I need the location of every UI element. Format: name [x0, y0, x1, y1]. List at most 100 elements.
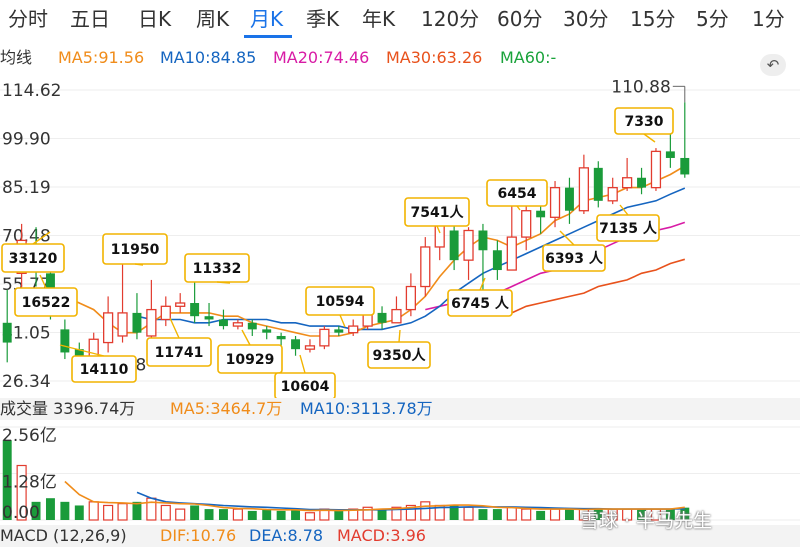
annotation-text: 6454: [498, 186, 537, 202]
candle: [319, 326, 330, 350]
annotation-text: 9350人: [373, 347, 427, 364]
candle-body: [521, 210, 532, 238]
volume-bar: [232, 508, 243, 521]
candle: [564, 177, 574, 224]
candle: [506, 204, 517, 271]
candle-body: [262, 329, 272, 333]
candle: [650, 148, 662, 191]
volume-bar: [564, 509, 574, 520]
candle: [492, 240, 502, 280]
shareholder-annotation: 11950: [102, 233, 168, 266]
candle: [391, 296, 402, 324]
candle-body: [564, 187, 574, 211]
shareholder-annotation: 11332: [184, 253, 250, 284]
annotation-leader: [216, 281, 231, 284]
candle-body: [463, 229, 474, 261]
candle: [262, 326, 272, 340]
candle: [232, 319, 243, 330]
volume-bar: [334, 510, 344, 520]
volume-ma5: MA5:3464.7万: [170, 399, 283, 418]
shareholder-annotation: 10604: [274, 354, 336, 400]
price-tick-label: 26.34: [2, 372, 51, 392]
volume-bar: [60, 501, 70, 520]
candle-body: [593, 167, 603, 201]
volume-bar: [506, 506, 517, 521]
candle: [291, 335, 301, 356]
volume-tick-label: 2.56亿: [2, 426, 57, 446]
price-tick-label: 99.90: [2, 130, 51, 150]
annotation-text: 14110: [80, 362, 129, 378]
annotation-text: 11741: [155, 345, 204, 361]
candle-body: [117, 312, 128, 337]
candle: [578, 154, 589, 215]
shareholder-annotation: 11741: [146, 317, 212, 367]
volume-bar: [377, 509, 387, 520]
volume-bar: [536, 510, 546, 520]
candle-body: [607, 186, 618, 202]
volume-tick-label: 1.28亿: [2, 473, 57, 493]
macd-dif: DIF:10.76: [160, 526, 237, 545]
volume-bar: [45, 498, 55, 520]
watermark: 雪球 · 半马先生: [580, 510, 713, 532]
candle: [377, 306, 387, 330]
shareholder-annotation: 7135 人: [596, 204, 660, 242]
candle: [218, 309, 228, 330]
shareholder-annotation: 7541人: [404, 197, 470, 234]
candle-body: [377, 312, 387, 323]
candle: [607, 177, 618, 205]
candle-body: [348, 325, 359, 334]
volume-bar: [204, 509, 214, 520]
candle-body: [60, 329, 70, 353]
candle-body: [204, 316, 214, 320]
macd-value: MACD:3.96: [337, 526, 426, 545]
candle-body: [549, 186, 561, 218]
candle: [304, 339, 316, 353]
volume-bar: [74, 505, 84, 520]
candle: [146, 279, 157, 340]
annotation-text: 7330: [625, 114, 664, 130]
annotation-text: 11950: [111, 242, 160, 258]
shareholder-annotation: 7330: [614, 107, 674, 143]
candle-body: [160, 305, 171, 321]
candle-body: [175, 302, 186, 307]
annotation-leader: [339, 314, 346, 328]
candle-body: [680, 157, 690, 175]
candle-body: [291, 339, 301, 350]
volume-bar: [247, 510, 257, 520]
volume-bar: [492, 509, 502, 520]
candle-body: [319, 328, 330, 347]
candle-body: [536, 210, 546, 218]
candle-body: [190, 303, 200, 317]
volume-bar: [276, 510, 286, 520]
candle-body: [637, 177, 647, 188]
annotation-leader: [169, 317, 180, 339]
annotation-leader: [134, 263, 144, 266]
candle-body: [132, 312, 142, 333]
volume-bar: [262, 509, 272, 520]
candle-body: [232, 322, 243, 327]
candle: [463, 227, 474, 280]
candle: [521, 200, 532, 251]
candle: [536, 204, 546, 234]
volume-bar: [521, 508, 532, 521]
candle-body: [405, 285, 416, 311]
volume-bar: [463, 506, 474, 521]
candle-body: [334, 329, 344, 333]
candle-body: [218, 319, 228, 327]
volume-bar: [420, 501, 431, 521]
candle-body: [304, 345, 316, 350]
annotation-text: 10594: [316, 294, 365, 310]
candle-body: [665, 151, 675, 158]
shareholder-annotation: 10929: [217, 329, 283, 374]
volume-title: 成交量 3396.74万: [0, 399, 136, 418]
annotation-text: 11332: [193, 261, 242, 277]
volume-bar: [218, 509, 228, 520]
volume-bar: [549, 508, 561, 521]
candle: [637, 167, 647, 195]
macd-title: MACD (12,26,9): [0, 526, 127, 545]
candle-body: [420, 246, 431, 288]
annotation-text: 33120: [9, 251, 58, 267]
shareholder-annotation: 6393 人: [542, 230, 606, 272]
volume-bar: [190, 505, 200, 520]
kline-chart[interactable]: 114.6299.9085.1970.4855.7741.0526.34110.…: [0, 0, 800, 547]
